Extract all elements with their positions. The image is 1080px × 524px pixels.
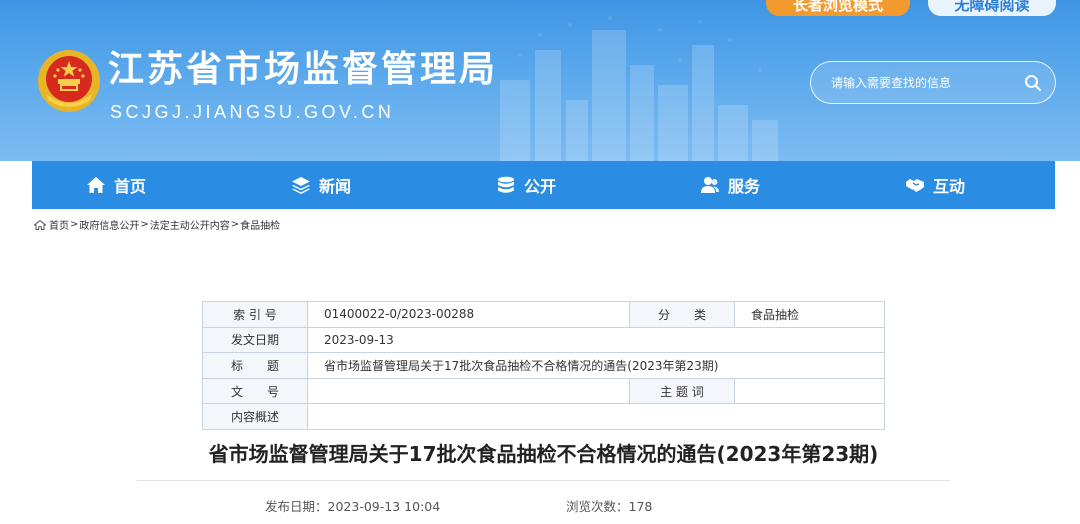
view-count-label: 浏览次数： (566, 499, 629, 514)
summary-value (307, 403, 885, 430)
index-label: 索 引 号 (202, 301, 308, 328)
doc-no-value (307, 377, 630, 405)
breadcrumb-gov-info[interactable]: 政府信息公开 (79, 217, 139, 232)
subject-value (734, 377, 885, 405)
nav-item-news[interactable]: 新闻 (291, 161, 351, 209)
summary-label: 内容概述 (202, 403, 308, 430)
date-value: 2023-09-13 (307, 326, 885, 354)
table-row: 索 引 号 01400022-0/2023-00288 分 类 食品抽检 (202, 301, 885, 328)
view-count-value: 178 (628, 499, 653, 514)
table-row: 文 号 主 题 词 (202, 377, 885, 405)
national-emblem-icon (38, 50, 100, 112)
title-label: 标 题 (202, 352, 308, 379)
title-value: 省市场监督管理局关于17批次食品抽检不合格情况的通告(2023年第23期) (307, 352, 885, 379)
category-label: 分 类 (629, 301, 735, 328)
breadcrumb-home-icon (34, 219, 46, 230)
layers-icon (292, 177, 310, 194)
breadcrumb-separator: > (230, 219, 240, 230)
breadcrumb-statutory[interactable]: 法定主动公开内容 (150, 217, 230, 232)
date-label: 发文日期 (202, 326, 308, 354)
view-count: 浏览次数：178 (566, 496, 652, 515)
publish-date: 发布日期：2023-09-13 10:04 (265, 496, 440, 515)
home-icon (87, 177, 105, 193)
category-value: 食品抽检 (734, 301, 885, 328)
header-banner: 长者浏览模式 无障碍阅读 江苏省市场监督管理局 SCJGJ.JIANGSU.GO… (0, 0, 1080, 161)
nav-item-home[interactable]: 首页 (86, 161, 146, 209)
nav-item-label: 服务 (728, 177, 761, 196)
nav-item-service[interactable]: 服务 (700, 161, 760, 209)
site-domain: SCJGJ.JIANGSU.GOV.CN (110, 102, 395, 122)
elder-mode-button[interactable]: 长者浏览模式 (766, 0, 910, 16)
nav-item-label: 互动 (933, 177, 966, 196)
table-row: 标 题 省市场监督管理局关于17批次食品抽检不合格情况的通告(2023年第23期… (202, 352, 885, 379)
stack-icon (498, 176, 514, 193)
content-area: 首页 > 政府信息公开 > 法定主动公开内容 > 食品抽检 索 引 号 0140… (32, 209, 1055, 524)
skyline-graphic (500, 16, 778, 161)
article-title: 省市场监督管理局关于17批次食品抽检不合格情况的通告(2023年第23期) (208, 442, 879, 466)
breadcrumb-separator: > (70, 219, 79, 230)
breadcrumb-home[interactable]: 首页 (49, 217, 69, 232)
table-row: 发文日期 2023-09-13 (202, 326, 885, 354)
document-meta-table: 索 引 号 01400022-0/2023-00288 分 类 食品抽检 发文日… (202, 301, 885, 430)
nav-item-public[interactable]: 公开 (496, 161, 556, 209)
main-nav: 首页 新闻 公开 服务 互动 (32, 161, 1055, 209)
publish-date-label: 发布日期： (265, 499, 328, 514)
index-value: 01400022-0/2023-00288 (307, 301, 630, 328)
nav-item-label: 公开 (524, 177, 557, 196)
nav-item-label: 新闻 (319, 177, 352, 196)
publish-date-value: 2023-09-13 10:04 (327, 499, 441, 514)
breadcrumb-food-inspection[interactable]: 食品抽检 (240, 217, 280, 232)
divider (137, 480, 950, 481)
site-title: 江苏省市场监督管理局 (108, 49, 499, 90)
accessible-reading-button[interactable]: 无障碍阅读 (928, 0, 1056, 16)
breadcrumb: 首页 > 政府信息公开 > 法定主动公开内容 > 食品抽检 (34, 217, 280, 232)
doc-no-label: 文 号 (202, 377, 308, 405)
nav-item-interact[interactable]: 互动 (905, 161, 965, 209)
people-icon (701, 177, 719, 193)
search-icon[interactable] (1023, 73, 1043, 93)
search-box (810, 61, 1056, 104)
breadcrumb-separator: > (140, 219, 149, 230)
nav-item-label: 首页 (114, 177, 147, 196)
subject-label: 主 题 词 (629, 377, 735, 405)
handshake-icon (906, 179, 924, 192)
search-input[interactable] (831, 73, 1011, 93)
table-row: 内容概述 (202, 403, 885, 430)
